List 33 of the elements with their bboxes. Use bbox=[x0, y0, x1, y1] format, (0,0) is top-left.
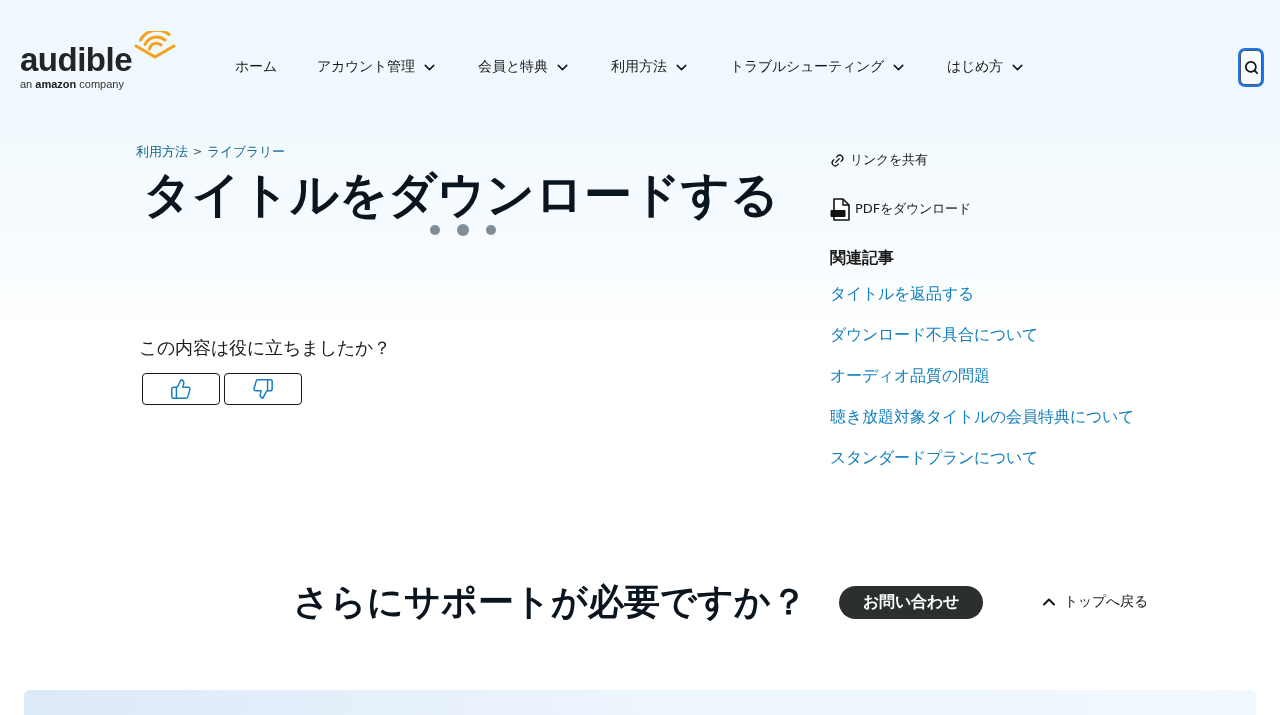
logo-icon bbox=[134, 31, 176, 59]
nav-menu-item[interactable]: ホーム bbox=[235, 58, 277, 76]
nav-menu-item[interactable]: 利用方法 bbox=[611, 58, 690, 76]
related-article-link[interactable]: スタンダードプランについて bbox=[830, 447, 1038, 469]
support-heading: さらにサポートが必要ですか？ bbox=[293, 580, 807, 624]
related-article-link[interactable]: オーディオ品質の問題 bbox=[830, 365, 990, 387]
nav-menu-item[interactable]: アカウント管理 bbox=[317, 58, 438, 76]
related-article-link[interactable]: 聴き放題対象タイトルの会員特典について bbox=[830, 406, 1134, 428]
loading-dots-icon bbox=[430, 224, 496, 236]
logo-tagline: an amazon company bbox=[20, 77, 124, 91]
not-helpful-button[interactable] bbox=[224, 373, 302, 405]
nav-menu-item[interactable]: 会員と特典 bbox=[478, 58, 571, 76]
nav-menu-item[interactable]: トラブルシューティング bbox=[730, 58, 907, 76]
helpful-button[interactable] bbox=[142, 373, 220, 405]
related-article-link[interactable]: ダウンロード不具合について bbox=[830, 324, 1038, 346]
related-article-link[interactable]: タイトルを返品する bbox=[830, 283, 974, 305]
logo-wordmark[interactable]: audible bbox=[20, 45, 136, 75]
pdf-file-icon bbox=[830, 197, 850, 221]
search-button[interactable] bbox=[1240, 49, 1262, 85]
breadcrumb-link[interactable]: ライブラリー bbox=[207, 144, 286, 160]
breadcrumb-link[interactable]: 利用方法 bbox=[136, 144, 188, 160]
article-title: タイトルをダウンロードする bbox=[143, 165, 779, 224]
thumbs-down-icon bbox=[252, 378, 274, 400]
contact-button[interactable]: お問い合わせ bbox=[839, 585, 983, 619]
back-to-top-link[interactable]: トップへ戻る bbox=[1039, 592, 1148, 612]
nav-menu-item[interactable]: はじめ方 bbox=[947, 58, 1026, 76]
share-link[interactable]: リンクを共有 bbox=[830, 151, 928, 169]
breadcrumb-separator: > bbox=[193, 144, 203, 160]
related-articles-heading: 関連記事 bbox=[830, 247, 894, 269]
search-icon bbox=[1243, 59, 1259, 75]
feedback-question: この内容は役に立ちましたか？ bbox=[139, 336, 391, 360]
thumbs-up-icon bbox=[170, 378, 192, 400]
pdf-download-link[interactable]: PDFをダウンロード bbox=[830, 197, 972, 221]
